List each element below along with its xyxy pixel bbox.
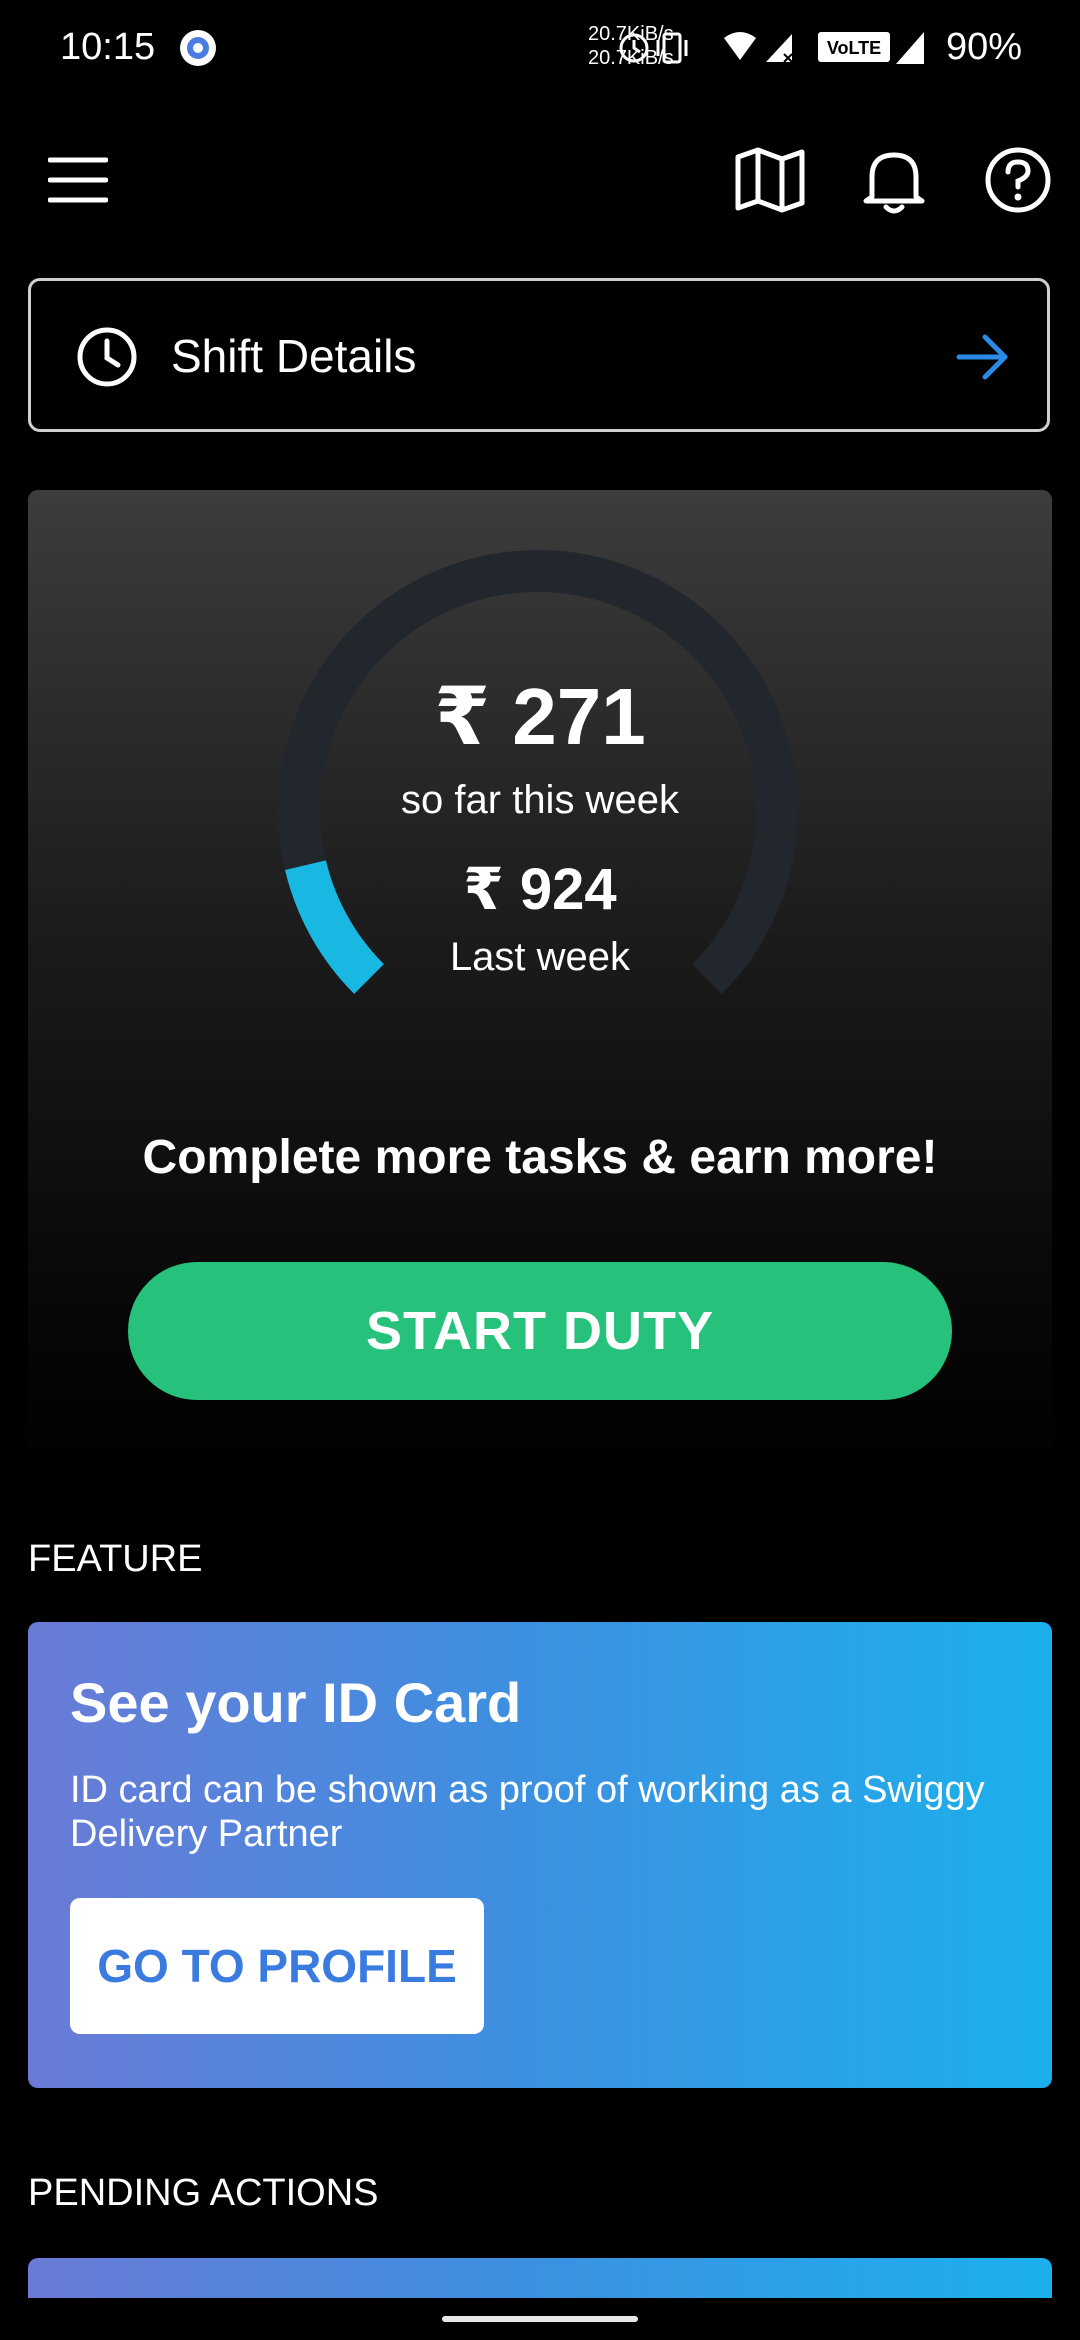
shift-details-card[interactable]: Shift Details <box>28 278 1050 432</box>
feature-card-description: ID card can be shown as proof of working… <box>70 1769 985 1855</box>
feature-section-title: FEATURE <box>28 1538 203 1580</box>
menu-icon <box>48 157 108 203</box>
map-button[interactable] <box>732 142 808 218</box>
this-week-amount: ₹ 271 <box>434 672 646 761</box>
clock-icon <box>77 327 137 387</box>
settings-notification-icon <box>180 30 216 66</box>
feature-card-title: See your ID Card <box>70 1671 522 1734</box>
map-icon <box>735 147 805 213</box>
start-duty-button[interactable]: START DUTY <box>128 1262 952 1400</box>
motivation-text: Complete more tasks & earn more! <box>142 1131 938 1184</box>
status-bar: 10:15 20.7KiB/s 20.7KiB/s VoLTE 90% <box>0 0 1080 100</box>
earnings-card: ₹ 271 so far this week ₹ 924 Last week C… <box>28 490 1052 1480</box>
pending-actions-title: PENDING ACTIONS <box>28 2172 379 2214</box>
battery-level: 90% <box>946 26 1023 68</box>
shift-details-label: Shift Details <box>171 330 417 382</box>
arrow-right-icon <box>956 334 1008 380</box>
pending-action-card[interactable] <box>28 2258 1052 2298</box>
menu-button[interactable] <box>40 142 116 218</box>
top-app-bar <box>0 120 1080 230</box>
help-icon <box>985 147 1051 213</box>
last-week-label: Last week <box>449 935 631 979</box>
status-time: 10:15 <box>60 26 156 68</box>
system-navigation-bar <box>0 2298 1080 2340</box>
this-week-label: so far this week <box>401 778 679 822</box>
go-to-profile-button[interactable]: GO TO PROFILE <box>70 1898 484 2034</box>
status-icons: VoLTE <box>619 32 924 64</box>
bell-icon <box>863 152 925 214</box>
home-gesture-handle[interactable] <box>442 2316 638 2322</box>
notifications-button[interactable] <box>856 142 932 218</box>
last-week-amount: ₹ 924 <box>463 857 617 922</box>
id-card-feature-card: See your ID Card ID card can be shown as… <box>28 1622 1052 2088</box>
svg-text:VoLTE: VoLTE <box>827 38 881 58</box>
help-button[interactable] <box>980 142 1056 218</box>
